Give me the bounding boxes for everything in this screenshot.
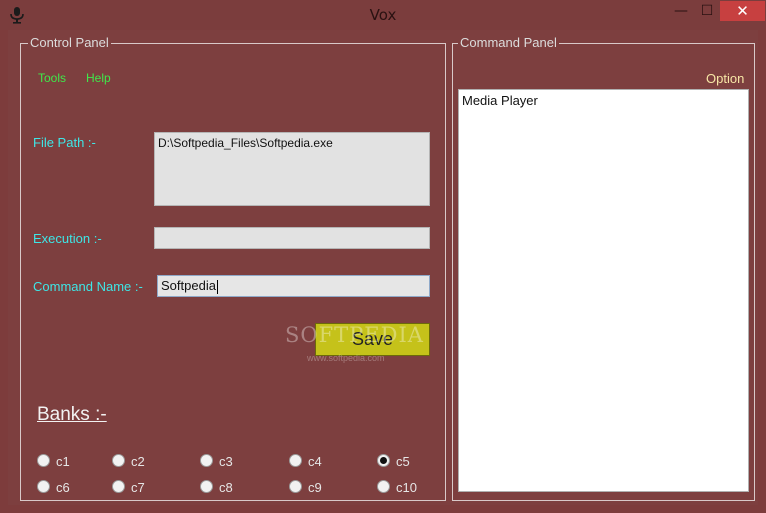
menu-tools[interactable]: Tools xyxy=(38,71,66,85)
radio-c8[interactable] xyxy=(200,480,213,493)
file-path-field[interactable]: D:\Softpedia_Files\Softpedia.exe xyxy=(154,132,430,206)
execution-field[interactable] xyxy=(154,227,430,249)
radio-c9-label: c9 xyxy=(308,480,322,495)
radio-c10[interactable] xyxy=(377,480,390,493)
radio-c7[interactable] xyxy=(112,480,125,493)
radio-c1-label: c1 xyxy=(56,454,70,469)
text-caret xyxy=(216,279,218,294)
radio-c9[interactable] xyxy=(289,480,302,493)
command-list[interactable]: Media Player xyxy=(458,89,749,492)
command-name-value: Softpedia xyxy=(161,278,216,293)
command-name-label: Command Name :- xyxy=(33,279,143,294)
control-panel: Control Panel Tools Help File Path :- D:… xyxy=(20,35,446,501)
radio-c1[interactable] xyxy=(37,454,50,467)
close-button[interactable]: ✕ xyxy=(720,1,765,21)
radio-c5-label: c5 xyxy=(396,454,410,469)
radio-c2-label: c2 xyxy=(131,454,145,469)
minimize-button[interactable]: — xyxy=(668,1,694,21)
radio-c7-label: c7 xyxy=(131,480,145,495)
radio-c6[interactable] xyxy=(37,480,50,493)
banks-heading: Banks :- xyxy=(37,404,107,425)
command-panel-legend: Command Panel xyxy=(458,35,559,50)
list-item[interactable]: Media Player xyxy=(462,93,538,108)
softpedia-watermark: SOFTPEDIA xyxy=(285,323,424,347)
radio-c2[interactable] xyxy=(112,454,125,467)
option-menu[interactable]: Option xyxy=(706,71,744,86)
radio-c10-label: c10 xyxy=(396,480,417,495)
control-panel-legend: Control Panel xyxy=(28,35,111,50)
radio-c4-label: c4 xyxy=(308,454,322,469)
radio-c3-label: c3 xyxy=(219,454,233,469)
file-path-label: File Path :- xyxy=(33,135,96,150)
app-window: Vox — ☐ ✕ Control Panel Tools Help File … xyxy=(0,0,766,513)
softpedia-watermark-url: www.softpedia.com xyxy=(307,353,385,363)
radio-c8-label: c8 xyxy=(219,480,233,495)
execution-label: Execution :- xyxy=(33,231,102,246)
radio-c6-label: c6 xyxy=(56,480,70,495)
radio-c5[interactable] xyxy=(377,454,390,467)
command-name-field[interactable]: Softpedia xyxy=(157,275,430,297)
maximize-button[interactable]: ☐ xyxy=(694,1,720,21)
command-panel: Command Panel Option Media Player xyxy=(452,35,755,501)
menu-help[interactable]: Help xyxy=(86,71,111,85)
client-area: Control Panel Tools Help File Path :- D:… xyxy=(8,30,758,505)
title-bar[interactable]: Vox — ☐ ✕ xyxy=(0,0,766,30)
radio-c4[interactable] xyxy=(289,454,302,467)
radio-c3[interactable] xyxy=(200,454,213,467)
window-title: Vox xyxy=(369,6,397,24)
